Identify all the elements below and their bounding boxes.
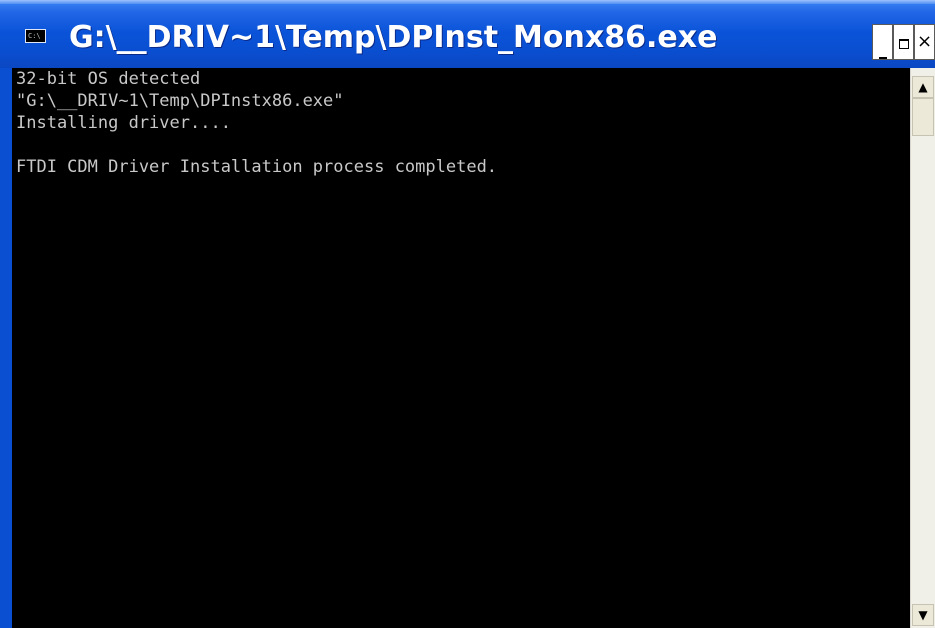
- title-bar[interactable]: C:\ G:\__DRIV~1\Temp\DPInst_Monx86.exe ×: [0, 0, 935, 68]
- scroll-up-arrow-icon[interactable]: ▲: [912, 76, 934, 98]
- window-title: G:\__DRIV~1\Temp\DPInst_Monx86.exe: [69, 20, 718, 55]
- window-frame-left: [0, 68, 12, 628]
- vertical-scrollbar[interactable]: ▲ ▼: [910, 68, 935, 628]
- console-icon[interactable]: C:\: [25, 29, 46, 43]
- close-button[interactable]: ×: [914, 24, 935, 60]
- scroll-thumb[interactable]: [912, 98, 934, 136]
- maximize-icon: [898, 39, 909, 49]
- console-window: C:\ G:\__DRIV~1\Temp\DPInst_Monx86.exe ×…: [0, 0, 935, 628]
- console-line: "G:\__DRIV~1\Temp\DPInstx86.exe": [16, 91, 344, 111]
- console-line: FTDI CDM Driver Installation process com…: [16, 157, 498, 177]
- close-icon: ×: [916, 31, 933, 52]
- maximize-button[interactable]: [893, 24, 914, 60]
- minimize-icon: [878, 57, 887, 59]
- minimize-button[interactable]: [872, 24, 893, 60]
- console-line: 32-bit OS detected: [16, 69, 201, 89]
- scroll-down-arrow-icon[interactable]: ▼: [912, 604, 934, 626]
- console-output[interactable]: 32-bit OS detected "G:\__DRIV~1\Temp\DPI…: [12, 68, 910, 628]
- console-line: Installing driver....: [16, 113, 231, 133]
